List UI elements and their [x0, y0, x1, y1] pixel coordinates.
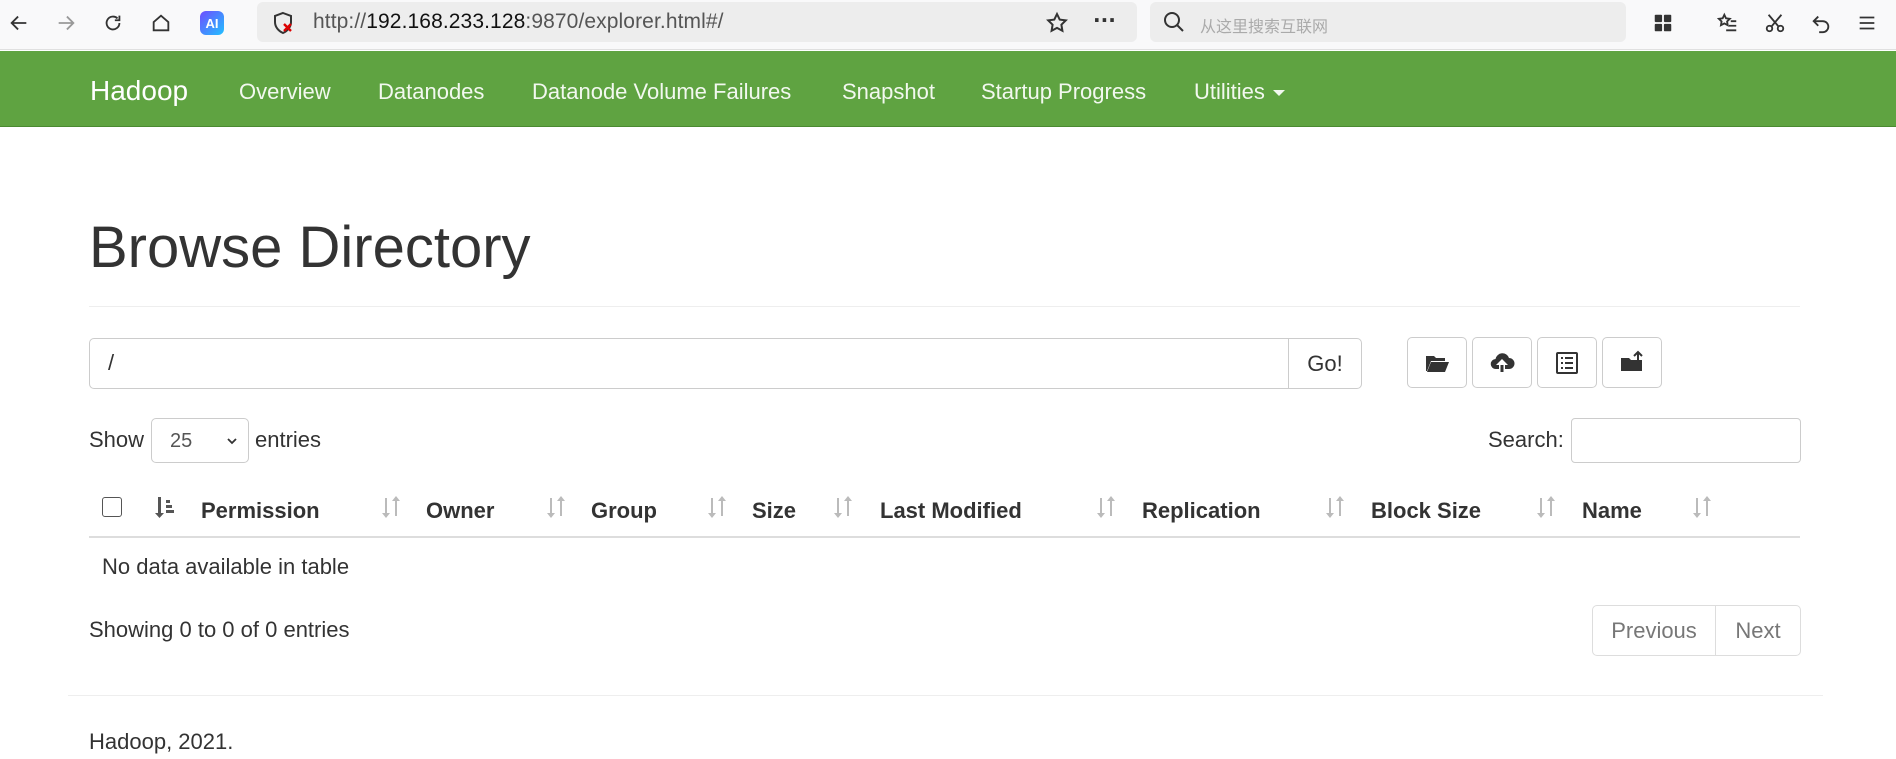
entries-per-page-select[interactable]: 25 [151, 418, 249, 463]
hadoop-navbar: Hadoop Overview Datanodes Datanode Volum… [0, 51, 1896, 127]
sort-both-icon[interactable] [1534, 494, 1558, 520]
address-bar[interactable]: http://192.168.233.128:9870/explorer.htm… [257, 2, 1137, 42]
undo-icon[interactable] [1806, 8, 1836, 38]
web-search-bar[interactable]: 从这里搜索互联网 [1150, 2, 1626, 42]
page-actions-more-icon[interactable]: ··· [1093, 8, 1116, 32]
table-info: Showing 0 to 0 of 0 entries [89, 617, 350, 642]
list-alt-icon [1556, 351, 1578, 374]
sort-both-icon[interactable] [1094, 494, 1118, 520]
column-header-name[interactable]: Name [1582, 498, 1642, 524]
reload-icon[interactable] [98, 8, 128, 38]
url-host: 192.168.233.128 [366, 10, 526, 33]
nav-utilities-label: Utilities [1194, 79, 1265, 104]
browser-toolbar: AI http://192.168.233.128:9870/explorer.… [0, 0, 1896, 50]
sort-asc-icon[interactable] [153, 494, 177, 520]
sort-both-icon[interactable] [1690, 494, 1714, 520]
sort-both-icon[interactable] [1323, 494, 1347, 520]
select-all-checkbox[interactable] [102, 497, 122, 517]
home-icon[interactable] [146, 8, 176, 38]
show-label: Show [89, 427, 145, 452]
back-icon[interactable] [4, 8, 34, 38]
favorites-list-icon[interactable] [1713, 8, 1743, 38]
ai-extension-icon[interactable]: AI [200, 11, 224, 35]
table-empty-message: No data available in table [102, 554, 350, 579]
nav-overview[interactable]: Overview [239, 79, 331, 105]
apps-grid-icon[interactable] [1648, 8, 1678, 38]
brand-logo-text[interactable]: Hadoop [90, 75, 188, 107]
insecure-shield-icon[interactable] [271, 11, 295, 35]
sort-both-icon[interactable] [831, 494, 855, 520]
cloud-upload-icon [1490, 352, 1515, 372]
column-header-group[interactable]: Group [591, 498, 657, 524]
paste-button[interactable] [1602, 337, 1662, 388]
previous-page-button[interactable]: Previous [1592, 605, 1716, 656]
column-header-block-size[interactable]: Block Size [1371, 498, 1481, 524]
url-prefix: http:// [313, 10, 367, 33]
footer-divider [68, 695, 1823, 696]
nav-datanode-volume-failures[interactable]: Datanode Volume Failures [532, 79, 791, 105]
folder-plus-icon [1621, 350, 1643, 371]
bookmark-star-icon[interactable] [1045, 11, 1069, 35]
footer-text: Hadoop, 2021. [89, 729, 234, 754]
title-divider [89, 306, 1800, 307]
column-header-replication[interactable]: Replication [1142, 498, 1261, 524]
sort-both-icon[interactable] [544, 494, 568, 520]
column-header-owner[interactable]: Owner [426, 498, 494, 524]
forward-icon[interactable] [51, 8, 81, 38]
create-directory-button[interactable] [1407, 337, 1467, 388]
entries-label: entries [255, 427, 322, 452]
search-icon [1164, 12, 1184, 32]
go-button[interactable]: Go! [1288, 338, 1362, 389]
page-title: Browse Directory [89, 215, 531, 280]
nav-utilities-dropdown[interactable]: Utilities [1194, 79, 1285, 105]
table-search-label: Search: [1488, 427, 1564, 452]
column-header-permission[interactable]: Permission [201, 498, 320, 524]
upload-files-button[interactable] [1472, 337, 1532, 388]
table-header: Permission Owner Group Size Last Modifie… [89, 484, 1800, 538]
next-page-button[interactable]: Next [1715, 605, 1801, 656]
screenshot-scissors-icon[interactable] [1760, 8, 1790, 38]
chevron-down-icon [227, 438, 237, 445]
menu-hamburger-icon[interactable] [1852, 8, 1882, 38]
table-search-input[interactable] [1571, 418, 1801, 463]
column-header-last-modified[interactable]: Last Modified [880, 498, 1022, 524]
cut-paste-button[interactable] [1537, 337, 1597, 388]
nav-datanodes[interactable]: Datanodes [378, 79, 484, 105]
directory-path-input[interactable]: / [89, 338, 1289, 389]
nav-startup-progress[interactable]: Startup Progress [981, 79, 1146, 105]
web-search-placeholder: 从这里搜索互联网 [1200, 17, 1329, 36]
url-path: :9870/explorer.html#/ [525, 10, 724, 33]
url-text[interactable]: http://192.168.233.128:9870/explorer.htm… [313, 10, 724, 34]
sort-both-icon[interactable] [379, 494, 403, 520]
entries-select-value: 25 [170, 430, 193, 452]
sort-both-icon[interactable] [705, 494, 729, 520]
nav-snapshot[interactable]: Snapshot [842, 79, 935, 105]
column-header-size[interactable]: Size [752, 498, 796, 524]
folder-open-icon [1426, 355, 1449, 372]
caret-down-icon [1272, 90, 1285, 97]
